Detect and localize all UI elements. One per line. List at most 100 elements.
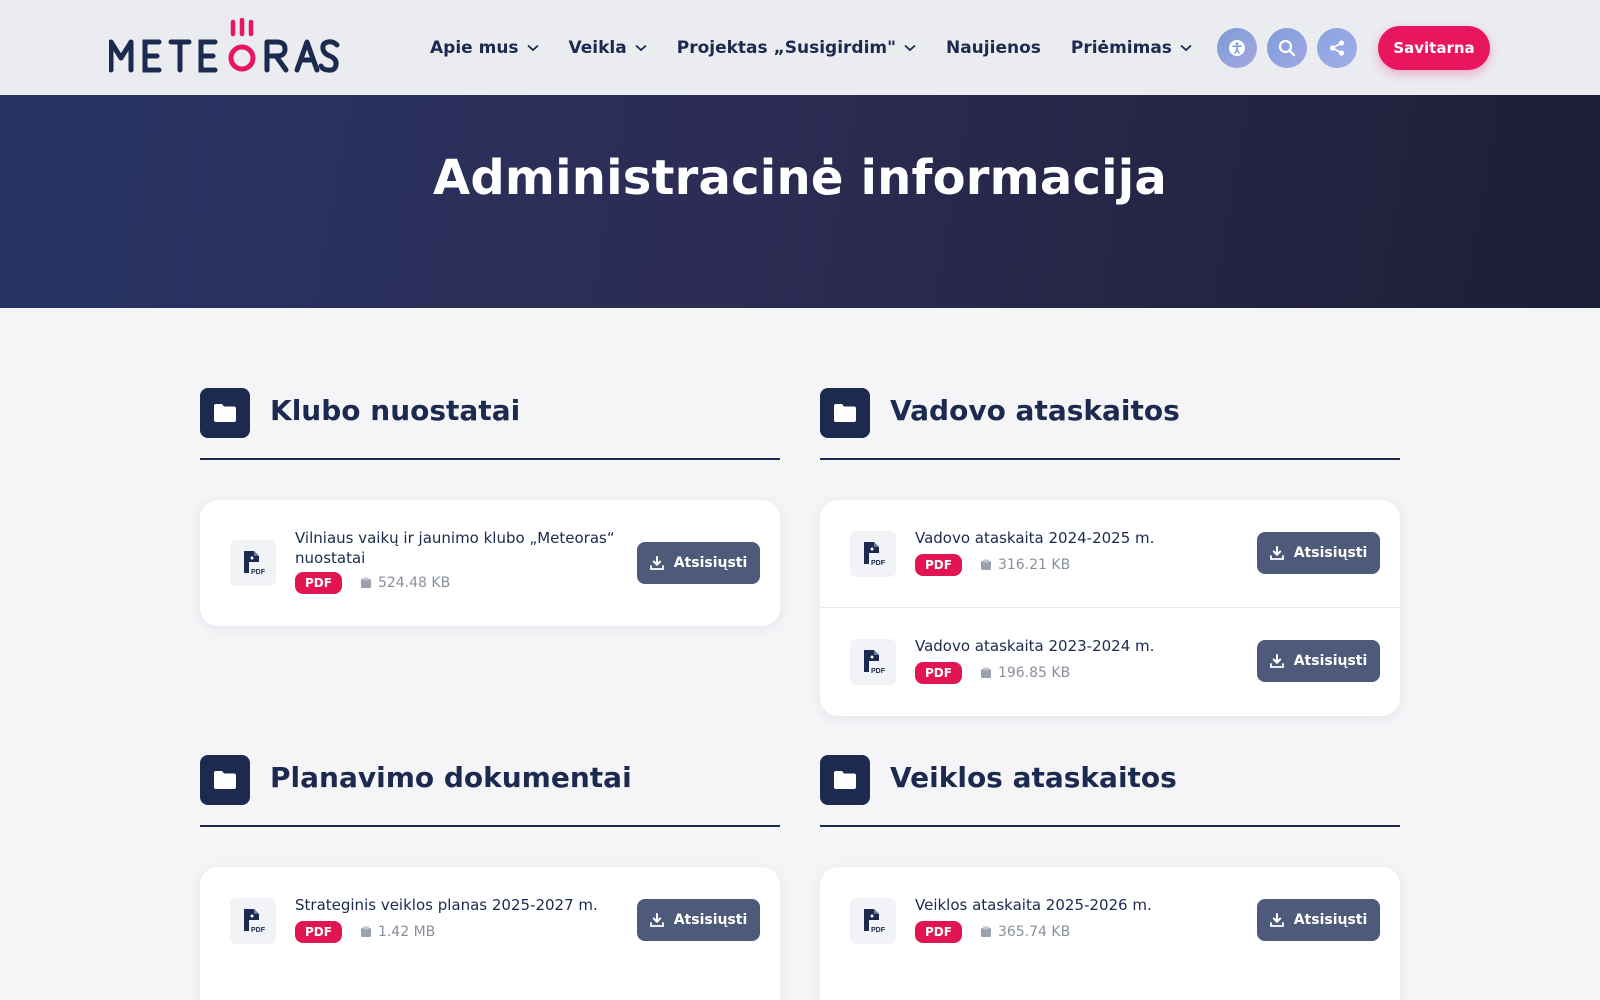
- nav-item-priemimas[interactable]: Priėmimas: [1071, 38, 1192, 58]
- file-type-badge: PDF: [295, 921, 342, 943]
- svg-text:PDF: PDF: [251, 569, 266, 576]
- download-icon: [1269, 913, 1284, 927]
- nav-item-label: Veikla: [568, 37, 627, 58]
- search-icon: [1278, 39, 1296, 57]
- file-size-value: 365.74 KB: [997, 924, 1071, 940]
- folder-icon-box: [200, 388, 250, 438]
- share-button[interactable]: [1317, 28, 1357, 68]
- accessibility-icon: [1229, 40, 1245, 56]
- nav-item-veikla[interactable]: Veikla: [569, 38, 647, 58]
- file-size: 316.21 KB: [980, 557, 1070, 573]
- nav-item-label: Priėmimas: [1070, 37, 1172, 58]
- section-header: Planavimo dokumentai: [200, 755, 780, 827]
- file-size-value: 524.48 KB: [377, 575, 451, 591]
- download-icon: [1269, 546, 1284, 560]
- document-meta: PDF 524.48 KB: [295, 572, 450, 594]
- document-row: PDF Vadovo ataskaita 2023-2024 m. PDF 19…: [820, 608, 1400, 716]
- documents-card: PDF Strateginis veiklos planas 2025-2027…: [200, 867, 780, 1000]
- section-klubo-nuostatai: Klubo nuostatai PDF Vilniaus vaikų ir ja…: [200, 388, 780, 626]
- document-meta: PDF 1.42 MB: [295, 921, 435, 943]
- document-name: Vadovo ataskaita 2024-2025 m.: [915, 529, 1155, 547]
- svg-text:PDF: PDF: [871, 668, 886, 675]
- accessibility-button[interactable]: [1217, 28, 1257, 68]
- section-title: Planavimo dokumentai: [270, 761, 632, 794]
- document-row: PDF Veiklos ataskaita 2025-2026 m. PDF 3…: [820, 867, 1400, 975]
- folder-icon-box: [820, 388, 870, 438]
- nav-item-label: Projektas „Susigirdim": [676, 37, 896, 58]
- folder-icon: [834, 771, 856, 789]
- meteoras-logo-graphic: [109, 18, 340, 73]
- file-size: 524.48 KB: [360, 575, 450, 591]
- svg-text:PDF: PDF: [871, 560, 886, 567]
- download-label: Atsisiųsti: [673, 555, 748, 571]
- svg-text:PDF: PDF: [871, 927, 886, 934]
- download-icon: [649, 913, 664, 927]
- download-button[interactable]: Atsisiųsti: [1257, 640, 1380, 682]
- file-type-badge: PDF: [295, 572, 342, 594]
- download-label: Atsisiųsti: [673, 912, 748, 928]
- file-size-value: 316.21 KB: [997, 557, 1071, 573]
- document-meta: PDF 196.85 KB: [915, 662, 1070, 684]
- page-hero: Administracinė informacija: [0, 95, 1600, 308]
- chevron-down-icon: [526, 44, 539, 51]
- pdf-file-icon: PDF: [244, 551, 266, 576]
- download-button[interactable]: Atsisiųsti: [637, 899, 760, 941]
- file-size-value: 196.85 KB: [997, 665, 1071, 681]
- download-button[interactable]: Atsisiųsti: [1257, 532, 1380, 574]
- file-size-icon: [360, 577, 371, 588]
- nav-item-apie-mus[interactable]: Apie mus: [430, 38, 539, 58]
- documents-card: PDF Vadovo ataskaita 2024-2025 m. PDF 31…: [820, 500, 1400, 716]
- pdf-file-icon: PDF: [864, 542, 886, 567]
- download-label: Atsisiųsti: [1293, 912, 1368, 928]
- file-size: 1.42 MB: [360, 924, 435, 940]
- chevron-down-icon: [1180, 44, 1192, 51]
- document-name: Vilniaus vaikų ir jaunimo klubo „Meteora…: [295, 529, 615, 567]
- file-size-icon: [980, 667, 991, 678]
- main-nav: Apie mus Veikla Projektas „Susigirdim" N…: [430, 0, 1192, 95]
- section-veiklos-ataskaitos: Veiklos ataskaitos PDF Veiklos ataskaita…: [820, 755, 1400, 1000]
- page-title: Administracinė informacija: [432, 150, 1168, 206]
- search-button[interactable]: [1267, 28, 1307, 68]
- file-type-badge: PDF: [915, 662, 962, 684]
- download-label: Atsisiųsti: [1293, 545, 1368, 561]
- svg-text:PDF: PDF: [251, 927, 266, 934]
- folder-icon-box: [200, 755, 250, 805]
- folder-icon-box: [820, 755, 870, 805]
- document-name: Vadovo ataskaita 2023-2024 m.: [915, 637, 1155, 655]
- pdf-file-icon-box: PDF: [850, 531, 896, 577]
- section-planavimo-dokumentai: Planavimo dokumentai PDF Strateginis vei…: [200, 755, 780, 1000]
- chevron-down-icon: [904, 44, 916, 51]
- file-type-badge: PDF: [915, 554, 962, 576]
- nav-item-naujienos[interactable]: Naujienos: [946, 38, 1041, 58]
- file-type-badge: PDF: [915, 921, 962, 943]
- nav-item-label: Apie mus: [430, 37, 519, 58]
- document-row: PDF Vilniaus vaikų ir jaunimo klubo „Met…: [200, 500, 780, 626]
- section-header: Veiklos ataskaitos: [820, 755, 1400, 827]
- site-header: Apie mus Veikla Projektas „Susigirdim" N…: [0, 0, 1600, 95]
- document-name: Strateginis veiklos planas 2025-2027 m.: [295, 896, 598, 914]
- section-title: Klubo nuostatai: [270, 394, 521, 427]
- section-vadovo-ataskaitos: Vadovo ataskaitos PDF Vadovo ataskaita 2…: [820, 388, 1400, 716]
- download-label: Atsisiųsti: [1293, 653, 1368, 669]
- pdf-file-icon-box: PDF: [850, 898, 896, 944]
- savitarna-button[interactable]: Savitarna: [1378, 26, 1490, 70]
- download-button[interactable]: Atsisiųsti: [1257, 899, 1380, 941]
- pdf-file-icon-box: PDF: [850, 639, 896, 685]
- documents-card: PDF Vilniaus vaikų ir jaunimo klubo „Met…: [200, 500, 780, 626]
- pdf-file-icon-box: PDF: [230, 898, 276, 944]
- document-meta: PDF 316.21 KB: [915, 554, 1070, 576]
- file-size-value: 1.42 MB: [377, 924, 436, 940]
- download-icon: [649, 556, 664, 570]
- download-button[interactable]: Atsisiųsti: [637, 542, 760, 584]
- pdf-file-icon: PDF: [864, 650, 886, 675]
- document-name: Veiklos ataskaita 2025-2026 m.: [915, 896, 1152, 914]
- section-title: Veiklos ataskaitos: [890, 761, 1177, 794]
- section-header: Vadovo ataskaitos: [820, 388, 1400, 460]
- folder-icon: [834, 404, 856, 422]
- pdf-file-icon: PDF: [864, 909, 886, 934]
- chevron-down-icon: [635, 44, 647, 51]
- meteoras-logo[interactable]: [109, 18, 341, 78]
- document-row: PDF Vadovo ataskaita 2024-2025 m. PDF 31…: [820, 500, 1400, 608]
- file-size-icon: [980, 926, 991, 937]
- nav-item-projektas[interactable]: Projektas „Susigirdim": [677, 38, 916, 58]
